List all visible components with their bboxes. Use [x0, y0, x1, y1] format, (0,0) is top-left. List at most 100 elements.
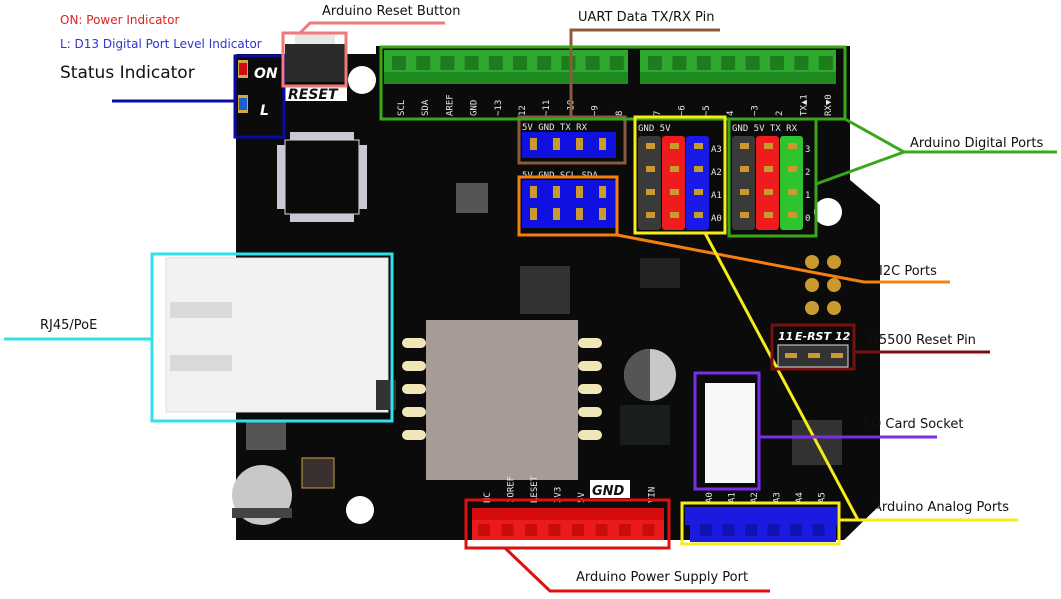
pin-label: A1 — [728, 492, 738, 503]
header-pin — [812, 524, 825, 536]
header-pin — [818, 56, 833, 70]
pad — [578, 384, 602, 394]
header-pin — [648, 56, 662, 70]
pin-label: 7 — [653, 111, 663, 116]
pin — [599, 186, 606, 198]
pin — [670, 166, 679, 172]
header-pin — [770, 56, 784, 70]
l-indicator-annotation: L: D13 Digital Port Level Indicator — [60, 37, 262, 51]
icsp-pad — [827, 278, 841, 292]
pin-label: ~6 — [677, 105, 687, 116]
header-pin — [416, 56, 431, 70]
header-pin — [537, 56, 552, 70]
pin — [646, 166, 655, 172]
mount-hole — [814, 198, 842, 226]
icsp-pad — [805, 301, 819, 315]
header-pin — [561, 56, 576, 70]
header-pin — [745, 524, 757, 536]
svg-text:12: 12 — [835, 330, 851, 343]
pin — [764, 212, 773, 218]
pin — [553, 186, 560, 198]
pin — [788, 143, 797, 149]
pin-label: 8 — [615, 111, 625, 116]
header-pin — [790, 524, 802, 536]
header-pin — [794, 56, 809, 70]
pin — [764, 166, 773, 172]
header-pin — [525, 524, 537, 536]
row-label: 0 — [805, 214, 810, 224]
pin — [670, 189, 679, 195]
pin-label: A5 — [818, 492, 828, 503]
icsp-pad — [827, 301, 841, 315]
pin-label: A0 — [705, 492, 715, 503]
led-on-label: ON — [254, 66, 278, 82]
pin — [670, 212, 679, 218]
row-label: 1 — [805, 191, 810, 201]
pin — [740, 143, 749, 149]
header-pin — [585, 56, 600, 70]
svg-text:GND: GND — [592, 484, 625, 499]
pin — [576, 186, 583, 198]
pad — [402, 338, 426, 348]
pin — [646, 189, 655, 195]
pin — [740, 212, 749, 218]
row-label: 3 — [805, 145, 810, 155]
pad — [578, 338, 602, 348]
pin-label: 4 — [726, 111, 736, 116]
header-pin — [609, 56, 624, 70]
header-pin — [464, 56, 479, 70]
header-pin — [548, 524, 561, 536]
header-pin — [721, 56, 736, 70]
pin — [530, 208, 537, 220]
pin — [764, 143, 773, 149]
pin — [740, 166, 749, 172]
pad — [578, 361, 602, 371]
uart-pin-labels: 5V GND TX RX — [522, 123, 588, 133]
pin — [553, 208, 560, 220]
pin — [646, 143, 655, 149]
pin-label: A3 — [773, 492, 783, 503]
pin — [788, 189, 797, 195]
row-label: A2 — [711, 168, 722, 178]
pin-label: A4 — [795, 492, 805, 503]
sd-card-annotation: SD Card Socket — [863, 417, 964, 432]
pin-label: TX▲1 — [799, 94, 809, 116]
digital-ports-annotation: Arduino Digital Ports — [910, 136, 1044, 151]
block-header: GND 5V TX RX — [732, 124, 798, 134]
pin-label: 12 — [518, 105, 528, 116]
pin-label: ~9 — [591, 105, 601, 116]
row-label: 2 — [805, 168, 810, 178]
pin — [740, 189, 749, 195]
pin — [694, 166, 703, 172]
led-l-label: L — [260, 103, 269, 119]
header-pin — [722, 524, 735, 536]
header-pin — [619, 524, 631, 536]
header-pin — [488, 56, 503, 70]
pin — [530, 138, 537, 150]
icsp-pad — [805, 278, 819, 292]
w5500-module — [426, 320, 578, 480]
pin-label: ~13 — [494, 100, 504, 116]
power-port-annotation: Arduino Power Supply Port — [576, 570, 749, 585]
pin-label: 2 — [775, 111, 785, 116]
pin-label: ~5 — [702, 105, 712, 116]
sd-card-socket — [705, 383, 755, 483]
svg-text:11: 11 — [778, 330, 793, 343]
header-pin — [672, 56, 687, 70]
header-pin — [501, 524, 514, 536]
pin-label: AREF — [445, 94, 455, 116]
row-label: A3 — [711, 145, 722, 155]
status-indicator-annotation: Status Indicator — [60, 63, 195, 83]
header-pin — [745, 56, 760, 70]
pin — [530, 186, 537, 198]
pad — [402, 430, 426, 440]
svg-text:E-RST: E-RST — [795, 330, 832, 343]
pin — [788, 166, 797, 172]
header-pin — [572, 524, 584, 536]
uart-annotation: UART Data TX/RX Pin — [578, 10, 715, 25]
header-pin — [642, 524, 655, 536]
pin — [670, 143, 679, 149]
mount-hole — [348, 66, 376, 94]
header-pin — [700, 524, 712, 536]
row-label: A0 — [711, 214, 722, 224]
